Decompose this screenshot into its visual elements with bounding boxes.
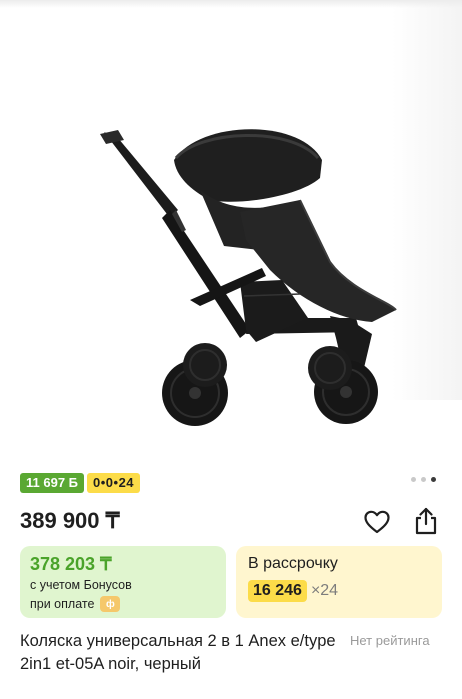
payment-caption: при оплате ф <box>30 596 121 612</box>
installment-row: 16 246 ×24 <box>248 580 338 602</box>
heart-icon <box>364 510 390 534</box>
product-title: Коляска универсальная 2 в 1 Anex e/type … <box>20 632 336 673</box>
installment-months: ×24 <box>310 582 339 599</box>
bonus-badge: 11 697 Б <box>20 473 84 493</box>
installment-card[interactable]: В рассрочку 16 246 ×24 <box>236 546 442 618</box>
rating-status[interactable]: Нет рейтинга <box>350 633 430 648</box>
share-icon <box>415 507 437 535</box>
product-price: 389 900 ₸ <box>20 508 120 533</box>
product-photo[interactable] <box>0 0 462 462</box>
favorite-button[interactable] <box>362 507 392 537</box>
bonus-price: 378 203 ₸ <box>30 554 112 574</box>
gallery-pagination[interactable] <box>411 477 436 482</box>
installment-amount: 16 246 <box>248 580 307 602</box>
pagination-dot[interactable] <box>421 477 426 482</box>
bonus-price-card[interactable]: 378 203 ₸ с учетом Бонусов при оплате ф <box>20 546 226 618</box>
installment-title: В рассрочку <box>248 555 338 572</box>
payment-method-icon: ф <box>100 596 121 612</box>
payment-caption-text: при оплате <box>30 597 95 611</box>
top-edge <box>0 0 462 8</box>
stroller-image <box>100 129 397 426</box>
pagination-dot-active[interactable] <box>431 477 436 482</box>
installment-badge: 0•0•24 <box>87 473 141 493</box>
promo-badges: 11 697 Б 0•0•24 <box>20 473 141 493</box>
bonus-caption: с учетом Бонусов <box>30 578 132 592</box>
share-button[interactable] <box>411 506 441 536</box>
pagination-dot[interactable] <box>411 477 416 482</box>
